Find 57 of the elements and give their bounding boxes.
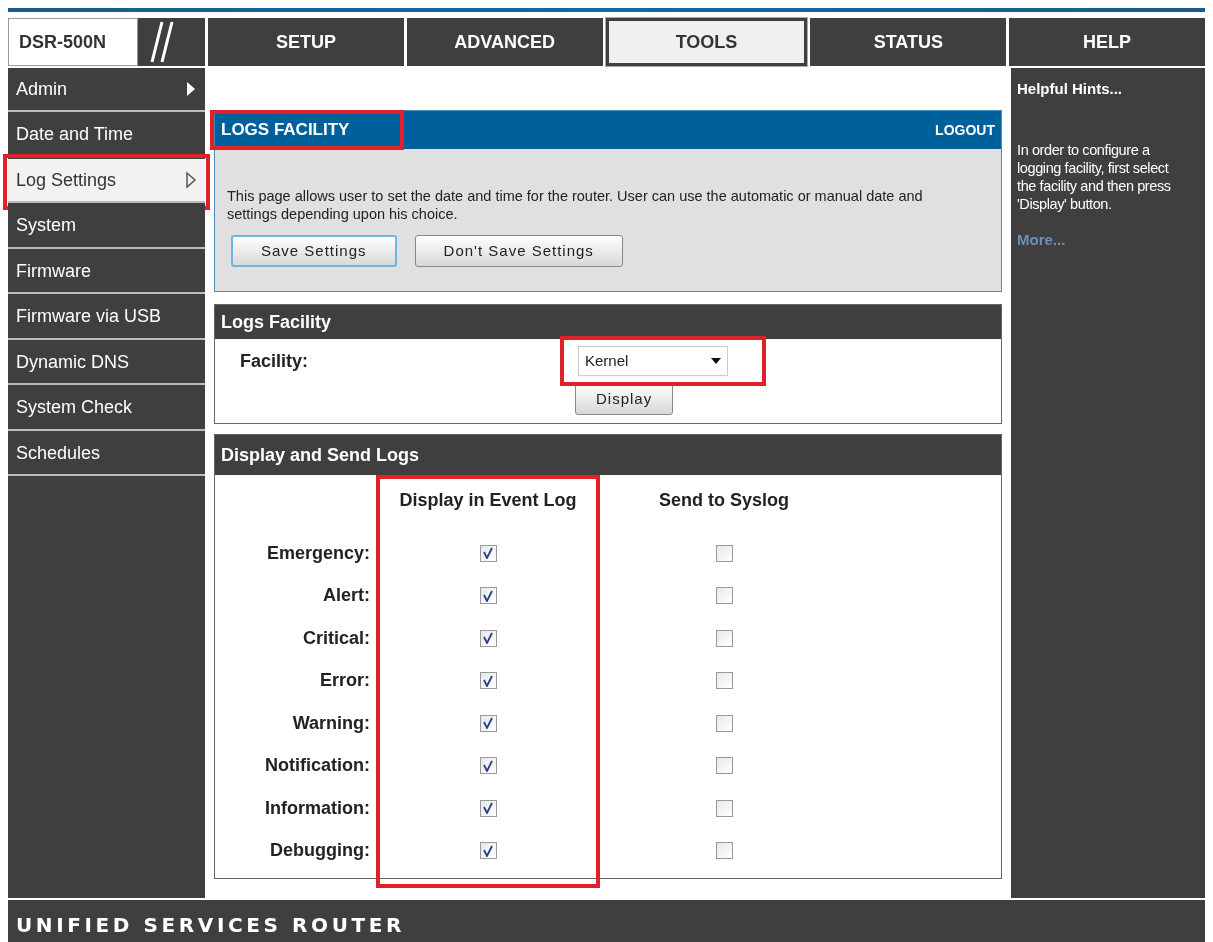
nav-tab[interactable]: STATUS [810,18,1007,66]
check-icon [482,674,494,687]
checkbox[interactable] [715,842,733,860]
check-icon [482,632,494,645]
checkbox[interactable] [715,714,733,732]
checkbox[interactable] [479,629,497,647]
checkbox[interactable] [715,672,733,690]
section-title: Logs Facility [221,310,332,334]
nav-tab[interactable]: TOOLS [605,18,808,66]
page-title: LOGS FACILITY [220,119,351,142]
check-icon [482,717,494,730]
sidebar-item[interactable]: Log Settings [8,159,205,203]
checkbox[interactable] [479,842,497,860]
help-text: In order to configure a logging facility, first select the facility and then press 'Display' button. [1017,140,1172,213]
checkbox[interactable] [479,757,497,775]
field-label: Facility: [239,349,310,373]
nav-tab[interactable]: SETUP [208,18,404,66]
check-icon [482,802,494,815]
check-icon [482,547,494,560]
row-label: Warning: [291,711,370,735]
caret-icon [711,358,721,364]
check-icon [482,759,494,772]
checkbox[interactable] [479,544,497,562]
help-title: Helpful Hints... [1017,79,1123,99]
checkbox[interactable] [479,714,497,732]
checkbox[interactable] [479,587,497,605]
checkbox[interactable] [715,799,733,817]
facility-dropdown[interactable]: Kernel [578,346,728,376]
triangle-icon [185,171,197,189]
action-button[interactable]: Save Settings [231,235,397,267]
triangle-icon [185,80,197,98]
logout-link[interactable]: LOGOUT [935,119,995,141]
check-icon [482,589,494,602]
model-name: DSR-500N [19,30,107,54]
sidebar-item[interactable]: System [8,204,205,249]
checkbox[interactable] [715,587,733,605]
column-header: Display in Event Log [398,489,578,512]
description-text: This page allows user to set the date and time for the router. User can use the automatic or manual date and settings depending upon his choice. [227,187,924,223]
row-label: Emergency: [265,541,370,565]
row-label: Alert: [322,584,370,608]
row-label: Information: [264,796,370,820]
action-button[interactable]: Don't Save Settings [414,235,623,267]
checkbox[interactable] [715,757,733,775]
row-label: Debugging: [269,839,370,863]
checkbox[interactable] [479,799,497,817]
checkbox[interactable] [479,672,497,690]
nav-tab[interactable]: HELP [1009,18,1205,66]
column-header: Send to Syslog [658,489,790,512]
checkbox[interactable] [715,544,733,562]
checkbox[interactable] [715,629,733,647]
row-label: Notification: [264,754,370,778]
section-title: Display and Send Logs [221,443,420,467]
row-label: Critical: [301,626,370,650]
nav-tab[interactable]: ADVANCED [406,18,603,66]
brand-name: UNIFIED SERVICES ROUTER [16,912,405,939]
row-label: Error: [319,669,370,693]
check-icon [482,844,494,857]
